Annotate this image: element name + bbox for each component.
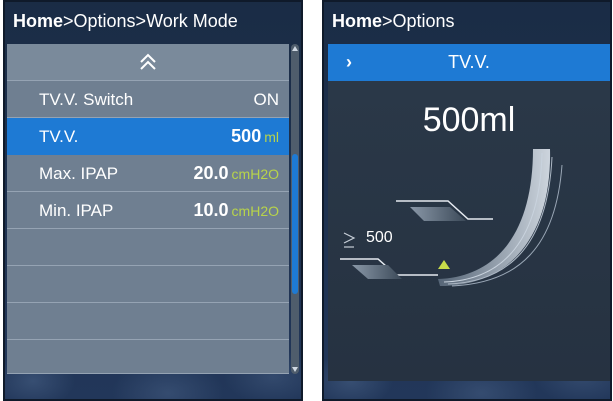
list-item-tvv[interactable]: TV.V. 500 ml (7, 118, 289, 155)
triangle-marker-icon (438, 260, 450, 269)
work-mode-screen: Home>Options>Work Mode TV.V. Switch ON T… (3, 0, 303, 401)
scrollbar[interactable] (291, 44, 299, 374)
list-item-empty (7, 340, 289, 374)
list-item-empty (7, 303, 289, 340)
breadcrumb: Home>Options (332, 6, 455, 36)
list-item-empty (7, 266, 289, 303)
scroll-up-arrow-icon[interactable] (292, 46, 298, 51)
list-item-tvv-switch[interactable]: TV.V. Switch ON (7, 81, 289, 118)
value-number: 20.0 (193, 163, 229, 183)
list-item-min-ipap[interactable]: Min. IPAP 10.0 cmH2O (7, 192, 289, 229)
breadcrumb-path: >Options>Work Mode (63, 11, 238, 31)
list-item-label: Min. IPAP (39, 201, 114, 220)
settings-list: TV.V. Switch ON TV.V. 500 ml Max. IPAP 20… (7, 44, 289, 374)
list-item-empty (7, 229, 289, 266)
value-number: 10.0 (193, 200, 229, 220)
value-number: 500 (231, 126, 262, 146)
list-item-label: Max. IPAP (39, 164, 119, 183)
current-volume-label: 500 (366, 229, 393, 246)
parameter-panel: 500ml 500 (328, 81, 610, 381)
list-item-label: TV.V. (39, 127, 79, 146)
parameter-title: TV.V. (448, 52, 490, 72)
scroll-up-row[interactable] (7, 44, 289, 81)
breadcrumb-home[interactable]: Home (13, 11, 63, 31)
value-unit: cmH2O (231, 203, 279, 219)
breadcrumb-home[interactable]: Home (332, 11, 382, 31)
double-chevron-up-icon[interactable] (138, 51, 158, 73)
value-unit: cmH2O (231, 166, 279, 182)
parameter-title-bar[interactable]: › TV.V. (328, 44, 610, 81)
breadcrumb-path: >Options (382, 11, 455, 31)
value-unit: ml (264, 129, 279, 145)
greater-equal-icon (343, 232, 356, 248)
scrollbar-thumb[interactable] (292, 154, 298, 294)
list-item-value: 20.0 cmH2O (194, 155, 280, 193)
scroll-down-arrow-icon[interactable] (292, 367, 298, 372)
list-item-label: TV.V. Switch (39, 90, 134, 109)
list-item-max-ipap[interactable]: Max. IPAP 20.0 cmH2O (7, 155, 289, 192)
list-item-value: 500 ml (231, 118, 279, 156)
tvv-detail-screen: Home>Options › TV.V. 500ml 500 (322, 0, 612, 401)
list-item-value: 10.0 cmH2O (194, 192, 280, 230)
lower-limit-bar (352, 265, 402, 279)
list-item-value: ON (253, 90, 280, 109)
breadcrumb: Home>Options>Work Mode (13, 6, 238, 36)
